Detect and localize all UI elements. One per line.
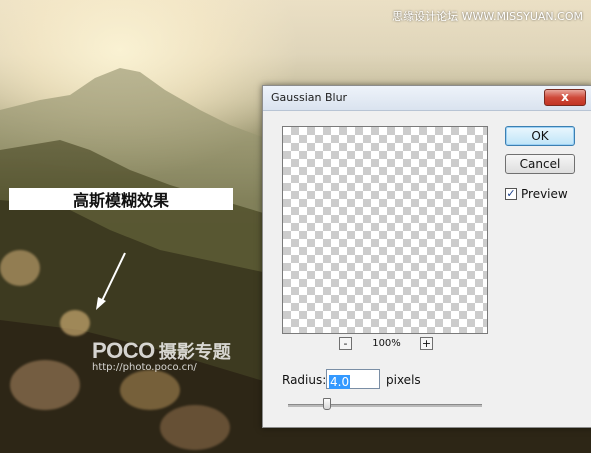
radius-slider-thumb[interactable]: [322, 398, 331, 410]
ok-button[interactable]: OK: [505, 126, 575, 146]
radius-slider-track[interactable]: [288, 404, 482, 407]
pointer-arrow-icon: [96, 252, 126, 310]
close-button[interactable]: x: [544, 89, 586, 106]
gaussian-blur-dialog: Gaussian Blur x - 100% + OK Cancel ✓ Pre…: [262, 85, 591, 428]
preview-checkbox[interactable]: ✓: [505, 188, 517, 200]
poco-watermark: POCO 摄影专题 http://photo.poco.cn/: [92, 338, 252, 378]
radius-value: 4.0: [329, 375, 351, 389]
close-icon: x: [561, 90, 569, 104]
preview-label: Preview: [521, 187, 568, 201]
dialog-title: Gaussian Blur: [271, 91, 348, 104]
blossom: [160, 405, 230, 450]
poco-url: http://photo.poco.cn/: [92, 362, 197, 373]
caption-label: 高斯模糊效果: [9, 188, 233, 210]
blossom: [10, 360, 80, 410]
blossom: [60, 310, 90, 336]
preview-canvas[interactable]: [282, 126, 488, 334]
poco-logo: POCO: [92, 338, 155, 363]
cancel-button[interactable]: Cancel: [505, 154, 575, 174]
poco-cn-text: 摄影专题: [158, 342, 231, 363]
checkmark-icon: ✓: [506, 187, 516, 200]
blossom: [0, 250, 40, 286]
radius-label: Radius:: [282, 373, 327, 387]
zoom-out-button[interactable]: -: [339, 337, 352, 350]
zoom-level: 100%: [372, 338, 401, 349]
radius-input[interactable]: 4.0: [326, 369, 380, 389]
radius-units: pixels: [386, 373, 421, 387]
dialog-titlebar[interactable]: Gaussian Blur x: [263, 86, 591, 111]
site-watermark: 思缘设计论坛 WWW.MISSYUAN.COM: [392, 10, 583, 23]
zoom-in-button[interactable]: +: [420, 337, 433, 350]
